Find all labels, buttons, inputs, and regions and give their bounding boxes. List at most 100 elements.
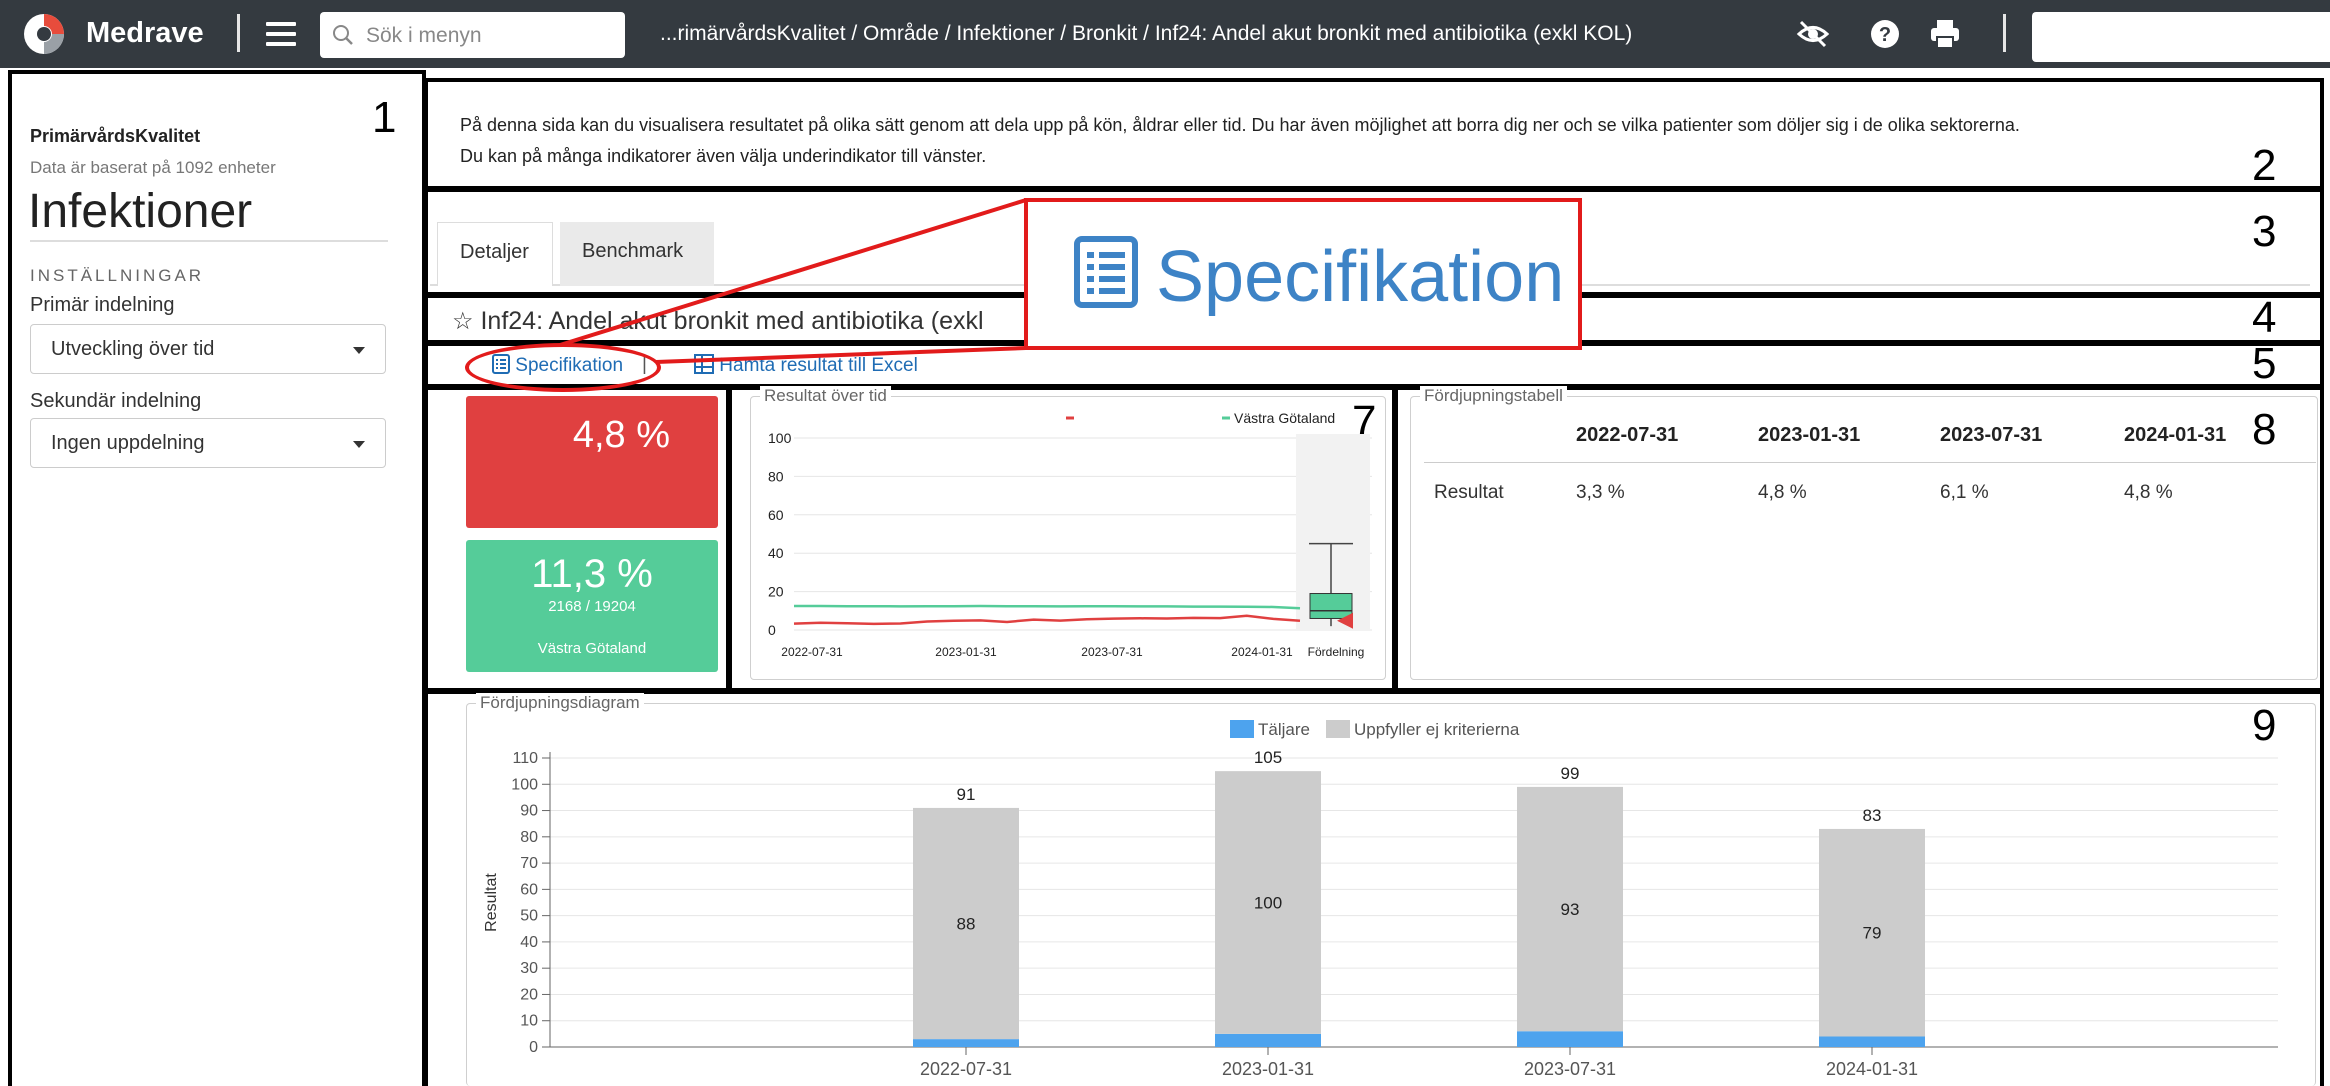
bar-teller <box>1517 1031 1623 1047</box>
box-quartiles <box>1309 593 1353 619</box>
indicator-name: Inf24: Andel akut bronkit med antibiotik… <box>480 307 984 335</box>
x-tick-label: 2024-01-31 <box>1826 1059 1918 1079</box>
bar-data-label: 79 <box>1863 924 1882 943</box>
info-line: Du kan på många indikatorer även välja u… <box>460 146 987 166</box>
hide-eye-icon[interactable] <box>1796 17 1830 51</box>
data-basis: Data är baserat på 1092 enheter <box>30 158 276 177</box>
annotation-highlight-ellipse <box>465 343 661 392</box>
search-placeholder: Sök i menyn <box>366 24 482 47</box>
brand-name[interactable]: Medrave <box>86 17 204 50</box>
table-column-header: 2023-01-31 <box>1758 424 1861 446</box>
breadcrumb[interactable]: ...rimärvårdsKvalitet / Område / Infekti… <box>660 22 1632 46</box>
y-tick-label: 40 <box>520 934 538 951</box>
indicator-title: ☆ Inf24: Andel akut bronkit med antibiot… <box>452 307 984 336</box>
bar-data-label: 93 <box>1561 900 1580 919</box>
unit-result-value: 4,8 % <box>572 414 670 456</box>
menu-icon[interactable] <box>266 22 296 46</box>
bar-teller <box>1215 1033 1321 1047</box>
drilldown-bar-chart[interactable]: 0 10 20 30 40 50 60 70 80 90 100 110 Resultat 88 91 202… <box>466 712 2316 1086</box>
primary-split-select[interactable]: Utveckling över tid <box>30 324 386 374</box>
annotation-number: 3 <box>2252 207 2277 256</box>
org-name: PrimärvårdsKvalitet <box>30 126 201 146</box>
tab-benchmark[interactable]: Benchmark <box>560 222 714 286</box>
series-line-region <box>794 604 1301 610</box>
drilldown-chart-title: Fördjupningsdiagram <box>476 693 644 713</box>
annotation-number: 1 <box>372 93 397 142</box>
table-cell[interactable]: 4,8 % <box>2124 482 2173 504</box>
line-chart[interactable]: 0 20 40 60 80 100 2022-07-31 2023-01-31 2023-07-… <box>750 400 1386 680</box>
y-tick-label: 80 <box>768 468 784 484</box>
table-header-rule <box>1424 462 2316 463</box>
legend-label: Västra Götaland <box>1234 410 1335 426</box>
x-tick-label: 2023-01-31 <box>935 645 997 659</box>
y-tick-label: 100 <box>768 430 792 446</box>
print-icon[interactable] <box>1928 17 1962 51</box>
svg-text:?: ? <box>1879 24 1891 46</box>
bar-data-label: 88 <box>957 915 976 934</box>
secondary-split-label: Sekundär indelning <box>30 390 202 412</box>
specification-zoom-callout: Specifikation <box>1024 198 1582 350</box>
excel-export-link-label: Hämta resultat till Excel <box>719 355 918 376</box>
app-root: Medrave Sök i menyn ...rimärvårdsKvalite… <box>0 0 2330 1086</box>
caret-down-icon <box>353 441 365 448</box>
callout-label: Specifikation <box>1156 237 1565 317</box>
table-cell[interactable]: 6,1 % <box>1940 482 1989 504</box>
top-bar: Medrave Sök i menyn ...rimärvårdsKvalite… <box>0 0 2330 68</box>
y-tick-label: 20 <box>768 584 784 600</box>
divider <box>30 240 388 242</box>
topbar-divider <box>237 14 240 52</box>
table-cell[interactable]: 3,3 % <box>1576 482 1625 504</box>
legend-swatch <box>1326 720 1350 738</box>
x-tick-label: 2024-01-31 <box>1231 645 1293 659</box>
bar-teller <box>913 1039 1019 1047</box>
region-result-value: 11,3 % <box>531 552 653 596</box>
y-tick-label: 0 <box>768 622 776 638</box>
y-tick-label: 10 <box>520 1013 538 1030</box>
y-tick-label: 60 <box>520 881 538 898</box>
table-column-header: 2022-07-31 <box>1576 424 1679 446</box>
y-tick-label: 30 <box>520 960 538 977</box>
annotation-number: 5 <box>2252 339 2277 388</box>
secondary-split-select[interactable]: Ingen uppdelning <box>30 418 386 468</box>
tab-details[interactable]: Detaljer <box>437 222 553 286</box>
bar-total-label: 83 <box>1863 806 1882 825</box>
settings-label: INSTÄLLNINGAR <box>30 266 205 285</box>
annotation-number: 4 <box>2252 293 2277 342</box>
unit-result-card[interactable]: 4,8 % <box>466 396 718 528</box>
y-tick-label: 70 <box>520 855 538 872</box>
excel-icon <box>694 354 714 374</box>
legend-swatch <box>1230 720 1254 738</box>
series-line-unit <box>793 614 1301 626</box>
y-tick-label: 90 <box>520 803 538 820</box>
primary-split-label: Primär indelning <box>30 294 175 316</box>
search-icon <box>333 25 353 45</box>
legend-label: Uppfyller ej kriterierna <box>1354 720 1520 739</box>
bar-total-label: 99 <box>1561 764 1580 783</box>
table-column-header: 2024-01-31 <box>2124 424 2227 446</box>
table-cell[interactable]: 4,8 % <box>1758 482 1807 504</box>
topbar-input[interactable] <box>2032 12 2330 62</box>
y-tick-label: 20 <box>520 986 538 1003</box>
excel-export-link[interactable]: Hämta resultat till Excel <box>694 354 918 377</box>
select-value: Ingen uppdelning <box>51 432 205 454</box>
area-heading: Infektioner <box>28 185 253 238</box>
help-icon[interactable]: ? <box>1868 17 1902 51</box>
bar-teller <box>1819 1036 1925 1047</box>
menu-search-input[interactable]: Sök i menyn <box>320 12 625 58</box>
y-tick-label: 80 <box>520 829 538 846</box>
table-row-label: Resultat <box>1434 482 1504 503</box>
x-tick-label: 2023-07-31 <box>1081 645 1143 659</box>
x-tick-label: 2022-07-31 <box>781 645 843 659</box>
y-axis-label: Resultat <box>483 873 500 932</box>
legend-label: Täljare <box>1258 720 1310 739</box>
x-tick-label: Fördelning <box>1308 645 1365 659</box>
medrave-logo-icon[interactable] <box>22 12 66 56</box>
list-document-icon <box>1074 236 1138 308</box>
x-tick-label: 2023-07-31 <box>1524 1059 1616 1079</box>
star-icon[interactable]: ☆ <box>452 308 474 335</box>
select-value: Utveckling över tid <box>51 338 215 360</box>
table-column-header: 2023-07-31 <box>1940 424 2043 446</box>
region-name: Västra Götaland <box>537 640 647 657</box>
y-tick-label: 0 <box>529 1039 538 1056</box>
region-result-card[interactable]: 11,3 % 2168 / 19204 Västra Götaland <box>466 540 718 672</box>
